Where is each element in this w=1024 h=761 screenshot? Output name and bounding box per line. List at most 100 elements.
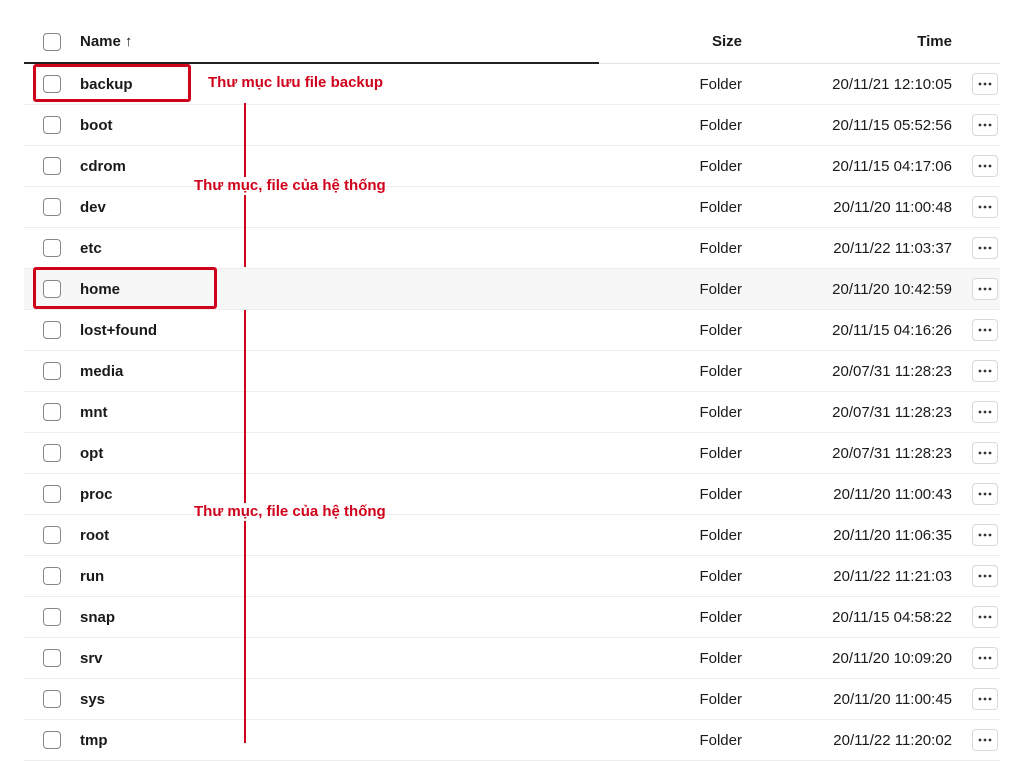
row-name[interactable]: dev <box>80 199 582 216</box>
row-checkbox[interactable] <box>43 731 61 749</box>
row-check-cell <box>24 526 80 544</box>
row-time-label: 20/11/20 11:06:35 <box>833 527 952 544</box>
more-button[interactable] <box>972 688 998 710</box>
row-checkbox[interactable] <box>43 690 61 708</box>
row-name-label: run <box>80 568 104 585</box>
table-row[interactable]: bootFolder20/11/15 05:52:56 <box>24 105 1000 146</box>
row-name[interactable]: home <box>80 281 582 298</box>
row-size: Folder <box>582 527 742 544</box>
table-row[interactable]: tmpFolder20/11/22 11:20:02 <box>24 720 1000 761</box>
table-row[interactable]: procFolder20/11/20 11:00:43 <box>24 474 1000 515</box>
table-row[interactable]: cdromFolder20/11/15 04:17:06 <box>24 146 1000 187</box>
row-name[interactable]: opt <box>80 445 582 462</box>
row-name[interactable]: backup <box>80 76 582 93</box>
row-size-label: Folder <box>699 322 742 339</box>
table-row[interactable]: runFolder20/11/22 11:21:03 <box>24 556 1000 597</box>
table-row[interactable]: sysFolder20/11/20 11:00:45 <box>24 679 1000 720</box>
row-size: Folder <box>582 117 742 134</box>
file-table: Name ↑ Size Time backupFolder20/11/21 12… <box>0 0 1024 761</box>
row-checkbox[interactable] <box>43 485 61 503</box>
header-size[interactable]: Size <box>582 33 742 50</box>
row-checkbox[interactable] <box>43 321 61 339</box>
more-button[interactable] <box>972 155 998 177</box>
table-row[interactable]: rootFolder 20/11/20 11:06:35 <box>24 515 1000 556</box>
row-checkbox[interactable] <box>43 157 61 175</box>
more-button[interactable] <box>972 401 998 423</box>
row-checkbox[interactable] <box>43 608 61 626</box>
row-checkbox[interactable] <box>43 444 61 462</box>
more-button[interactable] <box>972 196 998 218</box>
row-time: 20/11/21 12:10:05 <box>742 76 952 93</box>
row-checkbox[interactable] <box>43 198 61 216</box>
row-checkbox[interactable] <box>43 280 61 298</box>
row-time: 20/11/20 10:42:59 <box>742 281 952 298</box>
row-time: 20/11/15 04:58:22 <box>742 609 952 626</box>
row-time: 20/11/22 11:20:02 <box>742 732 952 749</box>
row-checkbox[interactable] <box>43 362 61 380</box>
row-check-cell <box>24 608 80 626</box>
header-name[interactable]: Name ↑ <box>80 33 582 50</box>
table-row[interactable]: mntFolder20/07/31 11:28:23 <box>24 392 1000 433</box>
more-button[interactable] <box>972 319 998 341</box>
row-name[interactable]: run <box>80 568 582 585</box>
row-actions <box>952 565 1000 587</box>
header-time[interactable]: Time <box>742 33 952 50</box>
more-button[interactable] <box>972 524 998 546</box>
row-name[interactable]: snap <box>80 609 582 626</box>
table-row[interactable]: lost+found Folder20/11/15 04:16:26 <box>24 310 1000 351</box>
row-size: Folder <box>582 404 742 421</box>
header-time-label: Time <box>917 33 952 50</box>
select-all-checkbox[interactable] <box>43 33 61 51</box>
row-check-cell <box>24 690 80 708</box>
more-icon <box>978 533 992 537</box>
table-row[interactable]: backupFolder20/11/21 12:10:05 <box>24 64 1000 105</box>
row-checkbox[interactable] <box>43 649 61 667</box>
row-name-label: boot <box>80 117 112 134</box>
row-checkbox[interactable] <box>43 239 61 257</box>
table-row[interactable]: optFolder20/07/31 11:28:23 <box>24 433 1000 474</box>
row-name[interactable]: proc <box>80 486 582 503</box>
more-button[interactable] <box>972 606 998 628</box>
row-name[interactable]: etc <box>80 240 582 257</box>
more-button[interactable] <box>972 565 998 587</box>
row-checkbox[interactable] <box>43 526 61 544</box>
row-name[interactable]: root <box>80 527 582 544</box>
row-name[interactable]: sys <box>80 691 582 708</box>
row-checkbox[interactable] <box>43 75 61 93</box>
row-actions <box>952 278 1000 300</box>
more-button[interactable] <box>972 73 998 95</box>
row-time: 20/07/31 11:28:23 <box>742 445 952 462</box>
row-checkbox[interactable] <box>43 116 61 134</box>
table-row[interactable]: srvFolder20/11/20 10:09:20 <box>24 638 1000 679</box>
row-name[interactable]: cdrom <box>80 158 582 175</box>
more-icon <box>978 574 992 578</box>
more-button[interactable] <box>972 442 998 464</box>
row-name[interactable]: media <box>80 363 582 380</box>
row-size: Folder <box>582 281 742 298</box>
more-button[interactable] <box>972 360 998 382</box>
table-row[interactable]: mediaFolder20/07/31 11:28:23 <box>24 351 1000 392</box>
row-size: Folder <box>582 363 742 380</box>
row-name[interactable]: boot <box>80 117 582 134</box>
more-button[interactable] <box>972 729 998 751</box>
more-button[interactable] <box>972 647 998 669</box>
row-time: 20/11/20 11:00:45 <box>742 691 952 708</box>
row-time: 20/11/15 04:16:26 <box>742 322 952 339</box>
more-button[interactable] <box>972 278 998 300</box>
more-button[interactable] <box>972 483 998 505</box>
more-button[interactable] <box>972 237 998 259</box>
row-size-label: Folder <box>699 281 742 298</box>
row-name[interactable]: lost+found <box>80 322 582 339</box>
row-name[interactable]: srv <box>80 650 582 667</box>
row-checkbox[interactable] <box>43 567 61 585</box>
row-name[interactable]: mnt <box>80 404 582 421</box>
row-name-label: proc <box>80 486 113 503</box>
table-row[interactable]: devFolder20/11/20 11:00:48 <box>24 187 1000 228</box>
row-time-label: 20/07/31 11:28:23 <box>832 445 952 462</box>
row-checkbox[interactable] <box>43 403 61 421</box>
more-button[interactable] <box>972 114 998 136</box>
table-row[interactable]: home Folder20/11/20 10:42:59 <box>24 269 1000 310</box>
table-row[interactable]: snapFolder20/11/15 04:58:22 <box>24 597 1000 638</box>
row-name[interactable]: tmp <box>80 732 582 749</box>
table-row[interactable]: etcFolder20/11/22 11:03:37 <box>24 228 1000 269</box>
